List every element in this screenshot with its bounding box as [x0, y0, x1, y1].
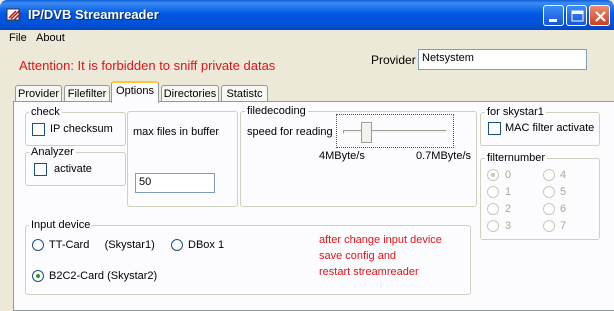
tab-options[interactable]: Options: [111, 81, 159, 103]
b2c2-card-radio[interactable]: [32, 270, 44, 282]
filter-radio-3[interactable]: [487, 220, 499, 232]
filter-radio-4[interactable]: [543, 169, 555, 181]
filter-label-5: 5: [560, 186, 567, 198]
mac-filter-checkbox[interactable]: [488, 122, 501, 135]
filter-radio-7[interactable]: [543, 220, 555, 232]
window-title: IP/DVB Streamreader: [28, 7, 159, 22]
app-icon: [6, 6, 24, 24]
tt-card-radio[interactable]: [32, 239, 44, 251]
b2c2-card-label: B2C2-Card (Skystar2): [49, 270, 158, 282]
speed-slider-thumb[interactable]: [361, 122, 372, 143]
filter-label-7: 7: [560, 220, 567, 232]
minimize-button[interactable]: [543, 5, 564, 26]
maximize-icon: [571, 10, 584, 22]
menu-bar: [0, 30, 614, 48]
input-device-note-1: after change input device: [319, 234, 442, 246]
check-group-title: check: [29, 106, 62, 118]
filter-label-4: 4: [560, 169, 567, 181]
input-device-note-2: save config and: [319, 250, 397, 262]
speed-min-label: 4MByte/s: [319, 150, 365, 162]
minimize-icon: [549, 19, 557, 22]
filter-label-0: 0: [505, 169, 512, 181]
maximize-button[interactable]: [566, 5, 587, 26]
attention-warning: Attention: It is forbidden to sniff priv…: [19, 58, 276, 73]
filter-radio-1[interactable]: [487, 186, 499, 198]
mac-filter-label: MAC filter activate: [505, 122, 595, 134]
filter-radio-6[interactable]: [543, 203, 555, 215]
analyzer-activate-checkbox[interactable]: [34, 163, 47, 176]
menu-file[interactable]: File: [9, 32, 27, 44]
max-files-input[interactable]: 50: [135, 173, 215, 193]
speed-max-label: 0.7MByte/s: [416, 150, 472, 162]
dbox1-label: DBox 1: [188, 239, 225, 251]
provider-input[interactable]: Netsystem: [418, 49, 587, 70]
ip-checksum-checkbox[interactable]: [32, 123, 45, 136]
close-button[interactable]: [589, 5, 610, 26]
menu-about[interactable]: About: [36, 32, 65, 44]
dbox1-radio[interactable]: [171, 239, 183, 251]
ip-checksum-label: IP checksum: [50, 123, 113, 135]
provider-label: Provider: [371, 53, 416, 67]
filter-label-2: 2: [505, 203, 512, 215]
analyzer-activate-label: activate: [54, 163, 92, 175]
analyzer-group-title: Analyzer: [29, 146, 76, 158]
speed-label: speed for reading: [247, 126, 333, 138]
filedecoding-title: filedecoding: [245, 105, 308, 117]
close-icon: [595, 11, 606, 22]
input-device-note-3: restart streamreader: [319, 266, 419, 278]
filternumber-title: filternumber: [485, 152, 548, 164]
filter-radio-5[interactable]: [543, 186, 555, 198]
tt-card-label: TT-Card (Skystar1): [49, 239, 155, 251]
input-device-title: Input device: [29, 219, 93, 231]
skystar-group-title: for skystar1: [485, 106, 546, 118]
filter-label-6: 6: [560, 203, 567, 215]
filter-radio-2[interactable]: [487, 203, 499, 215]
speed-slider[interactable]: [343, 130, 447, 134]
max-files-label: max files in buffer: [133, 126, 220, 138]
filter-radio-0[interactable]: [487, 169, 499, 181]
filter-label-3: 3: [505, 220, 512, 232]
filter-label-1: 1: [505, 186, 512, 198]
